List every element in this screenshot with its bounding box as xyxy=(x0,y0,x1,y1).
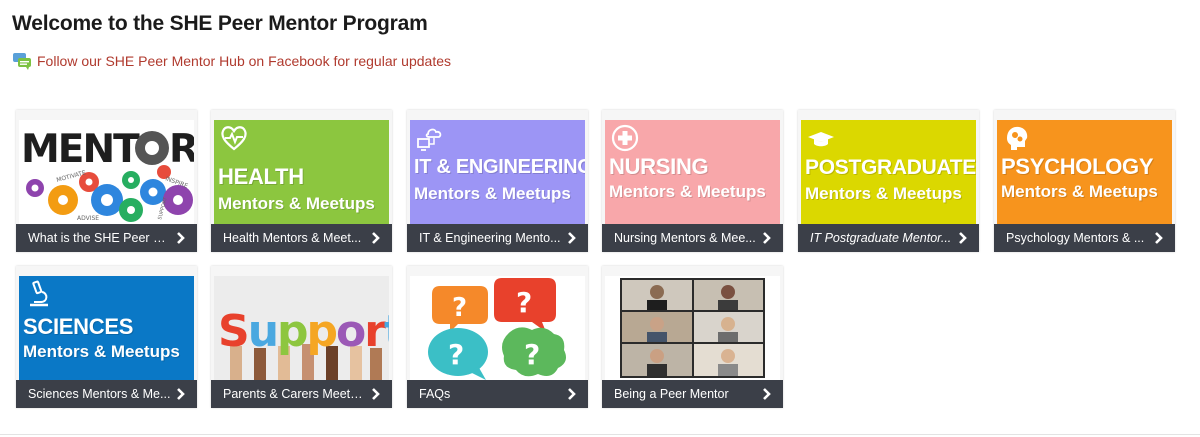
svg-text:MENT: MENT xyxy=(21,127,140,172)
nursing-card-image: NURSING Mentors & Meetups xyxy=(605,120,780,224)
svg-text:?: ? xyxy=(524,338,540,371)
tile-label: IT Postgraduate Mentor... xyxy=(810,231,952,245)
medical-cross-icon xyxy=(611,124,639,152)
tile-health[interactable]: HEALTH Mentors & Meetups Health Mentors … xyxy=(211,110,392,252)
svg-text:?: ? xyxy=(448,338,464,371)
tile-label: Psychology Mentors & ... xyxy=(1006,231,1145,245)
it-engineering-card-image: IT & ENGINEERING Mentors & Meetups xyxy=(410,120,585,224)
tile-label: IT & Engineering Mento... xyxy=(419,231,561,245)
video-call-image xyxy=(605,276,780,380)
chevron-right-icon xyxy=(959,232,967,244)
tile-label: Parents & Carers Meetu... xyxy=(223,387,366,401)
card-title: IT & ENGINEERING xyxy=(414,156,585,178)
tile-caption-bar: IT & Engineering Mento... xyxy=(407,224,588,252)
tile-caption-bar: Being a Peer Mentor xyxy=(602,380,783,408)
card-title: HEALTH xyxy=(218,164,304,189)
health-card-image: HEALTH Mentors & Meetups xyxy=(214,120,389,224)
tile-caption-bar: What is the SHE Peer M... xyxy=(16,224,197,252)
card-subtitle: Mentors & Meetups xyxy=(414,184,571,203)
tile-faqs[interactable]: ? ? ? ? FAQs xyxy=(407,266,588,408)
tile-what-is-she[interactable]: MENT R MOTIVATE INSPIRE ADVISE SUPPORT W… xyxy=(16,110,197,252)
tile-label: Health Mentors & Meet... xyxy=(223,231,362,245)
brain-gears-icon xyxy=(1007,126,1028,150)
graduation-cap-icon xyxy=(808,132,834,147)
svg-text:?: ? xyxy=(516,286,532,319)
tile-caption-bar: Nursing Mentors & Mee... xyxy=(602,224,783,252)
faq-bubbles-image: ? ? ? ? xyxy=(410,276,585,380)
tile-sciences[interactable]: SCIENCES Mentors & Meetups Sciences Ment… xyxy=(16,266,197,408)
tile-label: FAQs xyxy=(419,387,451,401)
chevron-right-icon xyxy=(372,232,380,244)
bottom-divider xyxy=(0,434,1200,435)
tile-it-engineering[interactable]: IT & ENGINEERING Mentors & Meetups IT & … xyxy=(407,110,588,252)
tile-caption-bar: Parents & Carers Meetu... xyxy=(211,380,392,408)
chevron-right-icon xyxy=(1155,232,1163,244)
tile-psychology[interactable]: PSYCHOLOGY Mentors & Meetups Psychology … xyxy=(994,110,1175,252)
card-subtitle: Mentors & Meetups xyxy=(23,342,180,361)
card-subtitle: Mentors & Meetups xyxy=(609,182,766,201)
chevron-right-icon xyxy=(763,232,771,244)
tile-label: Being a Peer Mentor xyxy=(614,387,729,401)
psychology-card-image: PSYCHOLOGY Mentors & Meetups xyxy=(997,120,1172,224)
tile-caption-bar: Sciences Mentors & Me... xyxy=(16,380,197,408)
card-subtitle: Mentors & Meetups xyxy=(218,194,375,213)
tile-parents-carers[interactable]: Support Parents & Carers Meetu... xyxy=(211,266,392,408)
chevron-right-icon xyxy=(177,388,185,400)
page-title: Welcome to the SHE Peer Mentor Program xyxy=(12,12,428,35)
facebook-link-text: Follow our SHE Peer Mentor Hub on Facebo… xyxy=(37,53,451,69)
card-title: PSYCHOLOGY xyxy=(1001,154,1154,179)
chevron-right-icon xyxy=(177,232,185,244)
tile-caption-bar: IT Postgraduate Mentor... xyxy=(798,224,979,252)
svg-text:Support: Support xyxy=(218,306,389,357)
svg-text:?: ? xyxy=(452,293,467,323)
microscope-icon xyxy=(30,280,48,307)
card-subtitle: Mentors & Meetups xyxy=(805,184,962,203)
postgraduate-card-image: POSTGRADUATE Mentors & Meetups xyxy=(801,120,976,224)
tile-postgraduate[interactable]: POSTGRADUATE Mentors & Meetups IT Postgr… xyxy=(798,110,979,252)
svg-text:ADVISE: ADVISE xyxy=(77,215,99,222)
tile-being-peer-mentor[interactable]: Being a Peer Mentor xyxy=(602,266,783,408)
sciences-card-image: SCIENCES Mentors & Meetups xyxy=(19,276,194,380)
chevron-right-icon xyxy=(568,388,576,400)
card-subtitle: Mentors & Meetups xyxy=(1001,182,1158,201)
cloud-computer-icon xyxy=(417,128,442,151)
chevron-right-icon xyxy=(372,388,380,400)
card-title: SCIENCES xyxy=(23,314,134,339)
svg-text:R: R xyxy=(169,127,194,172)
tile-label: Nursing Mentors & Mee... xyxy=(614,231,756,245)
heartbeat-icon xyxy=(221,126,247,151)
tile-caption-bar: Psychology Mentors & ... xyxy=(994,224,1175,252)
facebook-link[interactable]: Follow our SHE Peer Mentor Hub on Facebo… xyxy=(12,51,451,71)
tile-caption-bar: FAQs xyxy=(407,380,588,408)
chevron-right-icon xyxy=(568,232,576,244)
chat-bubbles-icon xyxy=(13,53,31,70)
tile-caption-bar: Health Mentors & Meet... xyxy=(211,224,392,252)
tile-label: What is the SHE Peer M... xyxy=(28,231,171,245)
card-title: POSTGRADUATE xyxy=(805,156,976,179)
mentor-logo-image: MENT R MOTIVATE INSPIRE ADVISE SUPPORT xyxy=(19,120,194,224)
chevron-right-icon xyxy=(763,388,771,400)
tile-nursing[interactable]: NURSING Mentors & Meetups Nursing Mentor… xyxy=(602,110,783,252)
tile-label: Sciences Mentors & Me... xyxy=(28,387,171,401)
support-photo-image: Support xyxy=(214,276,389,380)
card-title: NURSING xyxy=(609,154,709,179)
